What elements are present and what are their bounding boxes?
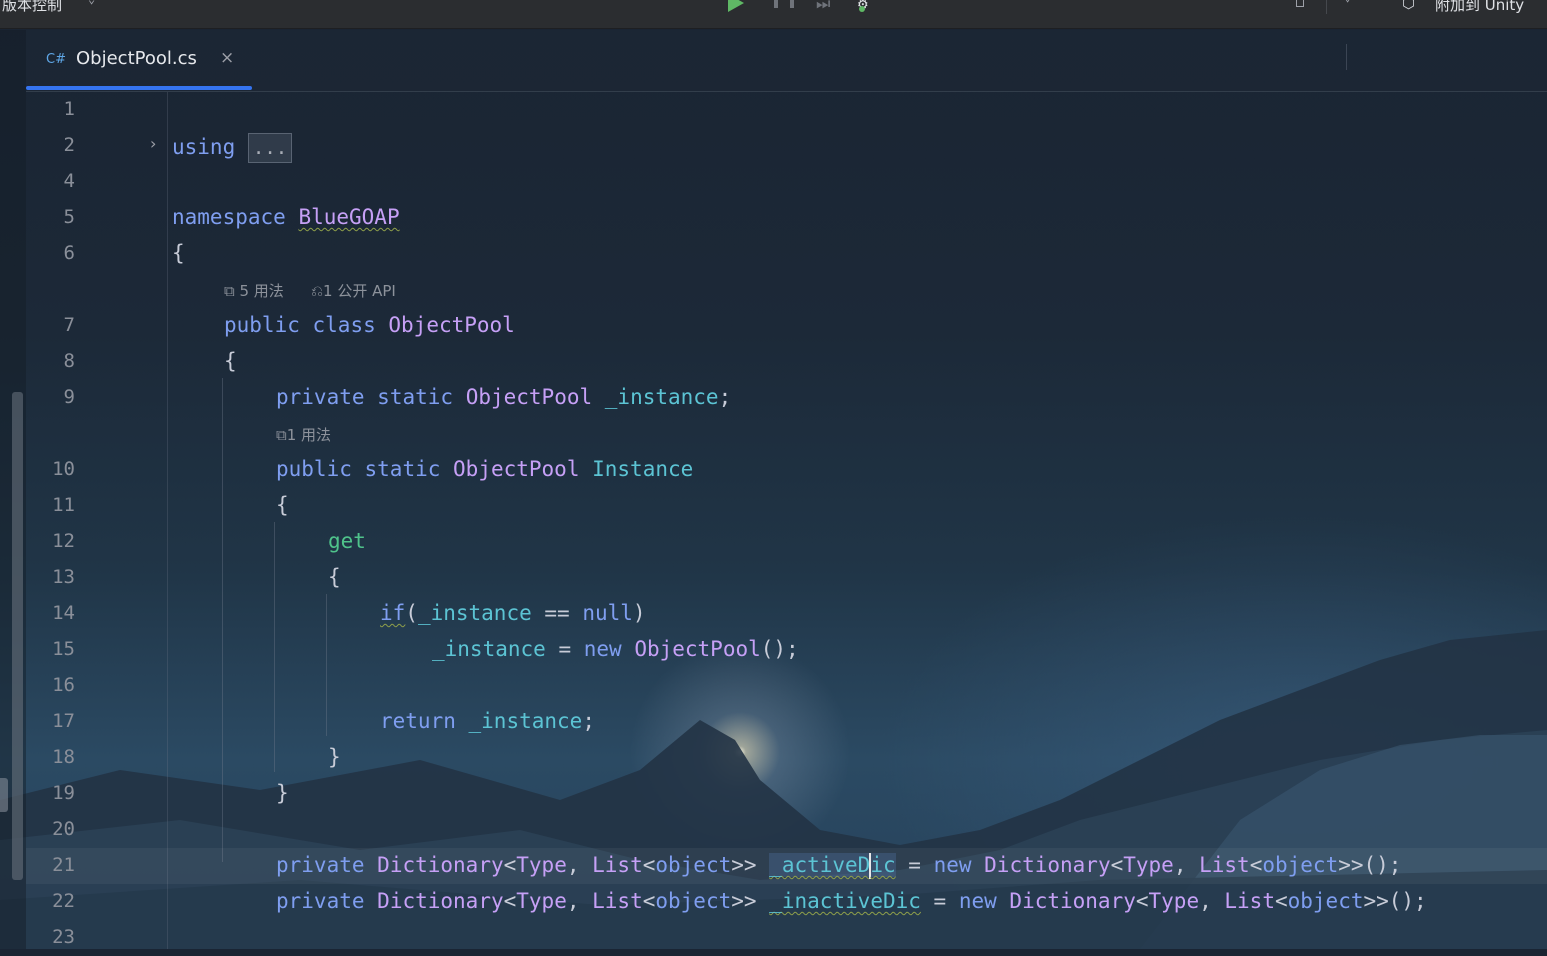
public-api-hint[interactable]: ⎌1 公开 API (311, 280, 396, 301)
line-number: 10 (52, 458, 75, 480)
fold-chevron-icon[interactable]: › (150, 134, 156, 153)
code-text: _instance = new ObjectPool(); (432, 637, 799, 661)
code-text: private static ObjectPool _instance; (276, 385, 732, 409)
code-text: private Dictionary<Type, List<object>> _… (276, 889, 1427, 913)
line-number: 9 (63, 386, 75, 408)
code-line[interactable]: 23 (26, 920, 1547, 956)
editor-tab-strip: C# ObjectPool.cs × (26, 30, 1547, 92)
line-number: 7 (63, 314, 75, 336)
line-number: 20 (52, 818, 75, 840)
code-line[interactable]: 10 public static ObjectPool Instance (26, 452, 1547, 488)
line-number: 1 (63, 98, 75, 120)
code-line[interactable]: 5 namespace BlueGOAP (26, 200, 1547, 236)
inlay-hint-row: ⧉1 用法 (26, 416, 1547, 452)
folded-region[interactable]: ... (247, 133, 293, 163)
active-tab-indicator (26, 86, 252, 90)
code-line[interactable]: 16 (26, 668, 1547, 704)
code-text: { (328, 565, 341, 589)
code-line[interactable]: 19 } (26, 776, 1547, 812)
line-number: 6 (63, 242, 75, 264)
tab-strip-divider (1346, 44, 1347, 70)
device-icon[interactable] (1296, 0, 1304, 7)
line-number: 23 (52, 926, 75, 948)
step-icon[interactable]: ⏭ (816, 0, 830, 14)
code-text: return _instance; (380, 709, 595, 733)
usages-hint[interactable]: ⧉ 5 用法 (224, 280, 284, 301)
code-line[interactable]: 20 (26, 812, 1547, 848)
code-text: } (328, 745, 341, 769)
code-line[interactable]: 22 private Dictionary<Type, List<object>… (26, 884, 1547, 920)
status-dot-icon (859, 6, 865, 12)
code-text: public static ObjectPool Instance (276, 457, 694, 481)
line-number: 11 (52, 494, 75, 516)
line-number: 19 (52, 782, 75, 804)
code-line[interactable]: 2 › using ... (26, 128, 1547, 164)
pause-icon[interactable] (774, 0, 794, 8)
usages-hint[interactable]: ⧉1 用法 (276, 424, 331, 445)
code-text: { (276, 493, 289, 517)
code-text: { (172, 241, 185, 265)
tab-objectpool-cs[interactable]: C# ObjectPool.cs × (26, 30, 252, 91)
inlay-hint-row: ⧉ 5 用法 ⎌1 公开 API (26, 272, 1547, 308)
code-line[interactable]: 15 _instance = new ObjectPool(); (26, 632, 1547, 668)
code-line[interactable]: 11 { (26, 488, 1547, 524)
side-panel-handle[interactable] (0, 778, 8, 812)
csharp-file-icon: C# (46, 52, 66, 67)
vcs-menu[interactable]: 版本控制 (2, 0, 62, 15)
code-text: { (224, 349, 237, 373)
line-number: 8 (63, 350, 75, 372)
code-line[interactable]: 17 return _instance; (26, 704, 1547, 740)
line-number: 4 (63, 170, 75, 192)
line-number: 16 (52, 674, 75, 696)
chevron-down-icon[interactable]: ⌄ (1344, 0, 1351, 4)
usages-icon: ⧉ (276, 426, 287, 444)
unity-icon[interactable]: ⬡ (1402, 0, 1415, 12)
line-number: 2 (63, 134, 75, 156)
code-line[interactable]: 9 private static ObjectPool _instance; (26, 380, 1547, 416)
code-line[interactable]: 1 (26, 92, 1547, 128)
code-line[interactable]: 14 if(_instance == null) (26, 596, 1547, 632)
code-text: public class ObjectPool (224, 313, 515, 337)
code-line[interactable]: 12 get (26, 524, 1547, 560)
code-text: get (328, 529, 366, 553)
scrollbar-thumb[interactable] (12, 392, 23, 880)
code-line[interactable]: 4 (26, 164, 1547, 200)
usages-icon: ⧉ (224, 282, 235, 300)
line-number: 13 (52, 566, 75, 588)
api-icon: ⎌ (311, 282, 324, 300)
line-number: 22 (52, 890, 75, 912)
code-line[interactable]: 6 { (26, 236, 1547, 272)
line-number: 17 (52, 710, 75, 732)
code-line-current[interactable]: 21 private Dictionary<Type, List<object>… (26, 848, 1547, 884)
code-line[interactable]: 13 { (26, 560, 1547, 596)
line-number: 5 (63, 206, 75, 228)
code-text: using ... (172, 133, 293, 163)
code-text: } (276, 781, 289, 805)
code-editor[interactable]: 1 2 › using ... 4 5 namespace BlueGOAP 6… (26, 92, 1547, 949)
attach-to-unity-button[interactable]: 附加到 Unity (1435, 0, 1524, 15)
line-number: 21 (52, 854, 75, 876)
code-text: if(_instance == null) (380, 601, 646, 625)
code-line[interactable]: 8 { (26, 344, 1547, 380)
code-line[interactable]: 18 } (26, 740, 1547, 776)
code-text: private Dictionary<Type, List<object>> _… (276, 853, 1402, 879)
close-icon[interactable]: × (220, 48, 234, 68)
code-line[interactable]: 7 public class ObjectPool (26, 308, 1547, 344)
chevron-down-icon[interactable]: ⌄ (88, 0, 95, 6)
run-icon[interactable] (728, 0, 744, 12)
line-number: 12 (52, 530, 75, 552)
line-number: 18 (52, 746, 75, 768)
tab-label: ObjectPool.cs (76, 48, 197, 69)
line-number: 14 (52, 602, 75, 624)
active-identifier: _activeDic (769, 853, 896, 879)
main-toolbar: 版本控制 ⌄ ⏭ ⚙ ⌄ ⬡ 附加到 Unity (0, 0, 1547, 29)
toolbar-divider (1326, 0, 1327, 14)
code-text: namespace BlueGOAP (172, 205, 400, 229)
line-number: 15 (52, 638, 75, 660)
